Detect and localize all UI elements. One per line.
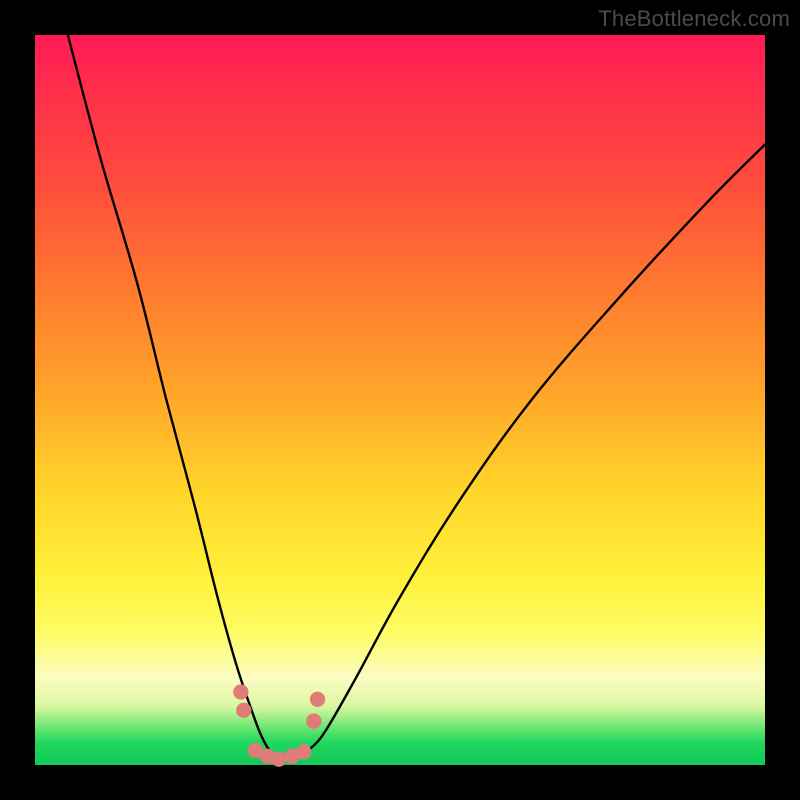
plot-area bbox=[35, 35, 765, 765]
valley-marker bbox=[236, 703, 251, 718]
valley-marker bbox=[306, 714, 321, 729]
bottleneck-curve-svg bbox=[35, 35, 765, 765]
bottleneck-curve bbox=[68, 35, 765, 760]
chart-frame: TheBottleneck.com bbox=[0, 0, 800, 800]
valley-marker bbox=[310, 692, 325, 707]
valley-marker bbox=[271, 751, 286, 766]
valley-marker bbox=[233, 684, 248, 699]
valley-marker bbox=[296, 744, 311, 759]
watermark-text: TheBottleneck.com bbox=[598, 6, 790, 32]
